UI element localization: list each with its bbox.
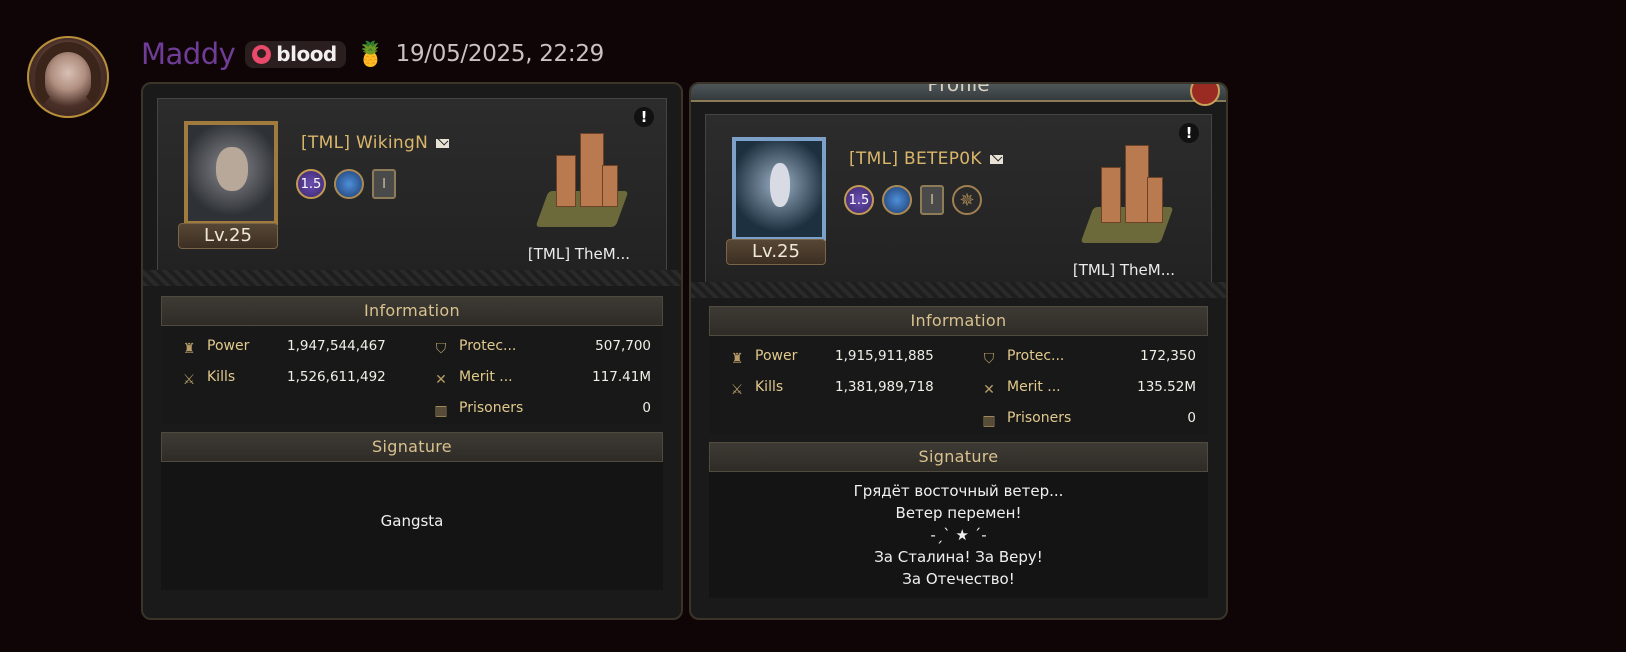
protection-value: 507,700	[595, 338, 651, 354]
information-panel: ♜ Power 1,915,911,885 ⚔ Kills 1,381,989,71…	[709, 336, 1208, 434]
kills-icon: ⚔	[182, 372, 196, 388]
shield-icon: ⛉	[983, 351, 995, 367]
power-stat: ♜ Power	[730, 348, 798, 367]
prisoners-stat: ▥ Prisoners	[434, 400, 524, 419]
rank-badge-icon[interactable]: I	[372, 169, 396, 199]
message-header: Maddy blood 🍍 19/05/2025, 22:29	[141, 34, 604, 74]
divider	[143, 270, 681, 286]
castle-icon[interactable]	[1080, 143, 1174, 243]
signature-line: За Сталина! За Веру!	[874, 548, 1043, 566]
merit-value: 135.52M	[1137, 379, 1196, 395]
kills-value: 1,526,611,492	[287, 369, 386, 385]
prisoners-stat: ▥ Prisoners	[982, 410, 1072, 429]
prisoners-value: 0	[642, 400, 651, 416]
prison-icon: ▥	[434, 403, 448, 419]
merit-stat: ✕ Merit ...	[981, 379, 1061, 398]
user-avatar[interactable]	[27, 36, 109, 118]
protection-value: 172,350	[1140, 348, 1196, 364]
merit-stat: ✕ Merit ...	[433, 369, 513, 388]
shield-icon: ⛉	[435, 341, 447, 357]
castle-name: [TML] TheM...	[527, 245, 630, 263]
vip-badge-icon[interactable]: 1.5	[844, 185, 874, 215]
player-level: Lv.25	[178, 223, 278, 249]
player-level: Lv.25	[726, 239, 826, 265]
mail-icon[interactable]	[436, 138, 450, 148]
protection-stat: ⛉ Protec...	[981, 348, 1065, 367]
signature-line: -ˏˋ ★ ˊ-	[930, 526, 987, 544]
signature-panel: Gangsta	[161, 462, 663, 590]
username[interactable]: Maddy	[141, 37, 236, 71]
prisoners-value: 0	[1187, 410, 1196, 426]
power-icon: ♜	[182, 341, 196, 357]
signature-line: Gangsta	[380, 512, 444, 530]
signature-line: За Отечество!	[902, 570, 1015, 588]
pineapple-emoji-icon: 🍍	[355, 40, 386, 68]
kills-stat: ⚔ Kills	[182, 369, 236, 388]
kills-icon: ⚔	[730, 382, 744, 398]
attachment-image-1[interactable]: Lv.25 [TML] WikingN 1.5 I [TML] TheM... …	[141, 82, 683, 620]
signature-panel: Грядёт восточный ветер... Ветер перемен!…	[709, 472, 1208, 598]
player-portrait	[732, 137, 826, 241]
merit-value: 117.41M	[592, 369, 651, 385]
player-name: [TML] WikingN	[301, 133, 450, 153]
message-timestamp[interactable]: 19/05/2025, 22:29	[396, 41, 605, 67]
attachment-image-2[interactable]: Profile Lv.25 [TML] BETEP0K 1.5 I ✵ [TML…	[689, 82, 1228, 620]
info-alert-icon[interactable]: !	[1179, 123, 1199, 143]
mail-icon[interactable]	[989, 154, 1003, 164]
close-icon[interactable]	[1190, 84, 1220, 106]
merit-icon: ✕	[435, 372, 447, 388]
badge-row: 1.5 I ✵	[844, 185, 982, 215]
information-panel: ♜ Power 1,947,544,467 ⚔ Kills 1,526,611,49…	[161, 326, 663, 424]
tag-label: blood	[276, 42, 337, 66]
divider	[691, 282, 1226, 298]
power-value: 1,915,911,885	[835, 348, 934, 364]
server-tag[interactable]: blood	[245, 40, 346, 68]
signature-line: Грядёт восточный ветер...	[853, 482, 1064, 500]
information-header: Information	[161, 296, 663, 326]
blood-tag-icon	[252, 44, 272, 64]
merit-icon: ✕	[983, 382, 995, 398]
profile-title-bar: Profile	[691, 84, 1226, 102]
power-icon: ♜	[730, 351, 744, 367]
badge-row: 1.5 I	[296, 169, 396, 199]
info-alert-icon[interactable]: !	[634, 107, 654, 127]
signature-line: Ветер перемен!	[895, 504, 1022, 522]
signature-header: Signature	[161, 432, 663, 462]
kills-stat: ⚔ Kills	[730, 379, 784, 398]
vip-badge-icon[interactable]: 1.5	[296, 169, 326, 199]
player-name: [TML] BETEP0K	[849, 149, 1003, 169]
player-portrait	[184, 121, 278, 225]
profile-title: Profile	[927, 82, 990, 96]
signature-header: Signature	[709, 442, 1208, 472]
castle-icon[interactable]	[535, 127, 629, 227]
information-header: Information	[709, 306, 1208, 336]
power-value: 1,947,544,467	[287, 338, 386, 354]
profile-panel: Lv.25 [TML] BETEP0K 1.5 I ✵ [TML] TheM..…	[705, 114, 1212, 288]
castle-name: [TML] TheM...	[1072, 261, 1175, 279]
kills-value: 1,381,989,718	[835, 379, 934, 395]
orb-badge-icon[interactable]	[334, 169, 364, 199]
rank-badge-icon[interactable]: I	[920, 185, 944, 215]
compass-badge-icon[interactable]: ✵	[952, 185, 982, 215]
profile-panel: Lv.25 [TML] WikingN 1.5 I [TML] TheM... …	[157, 98, 667, 276]
protection-stat: ⛉ Protec...	[433, 338, 517, 357]
power-stat: ♜ Power	[182, 338, 250, 357]
orb-badge-icon[interactable]	[882, 185, 912, 215]
prison-icon: ▥	[982, 413, 996, 429]
